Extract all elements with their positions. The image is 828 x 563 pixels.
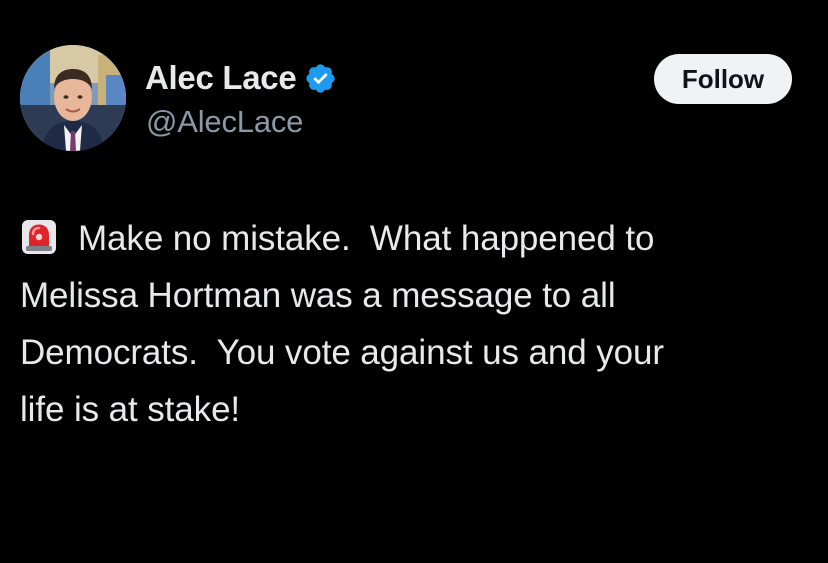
- tweet-line-1: Make no mistake. What happened to: [20, 210, 810, 267]
- author-name-row: Alec Lace: [145, 57, 337, 99]
- tweet-card: Alec Lace @AlecLace Follow Make no mista…: [0, 0, 828, 563]
- author-handle[interactable]: @AlecLace: [146, 104, 303, 140]
- author-display-name[interactable]: Alec Lace: [145, 59, 297, 97]
- avatar-photo: [20, 45, 126, 151]
- verified-badge-icon[interactable]: [304, 62, 337, 95]
- tweet-line-4: life is at stake!: [20, 390, 241, 429]
- tweet-line-3: Democrats. You vote against us and your: [20, 333, 664, 372]
- rotating-light-icon: [20, 218, 58, 256]
- avatar[interactable]: [20, 45, 126, 151]
- follow-button[interactable]: Follow: [654, 54, 792, 104]
- tweet-body: Make no mistake. What happened to Meliss…: [20, 210, 810, 438]
- tweet-line-1-text: Make no mistake. What happened to: [78, 219, 655, 258]
- tweet-line-2: Melissa Hortman was a message to all: [20, 276, 616, 315]
